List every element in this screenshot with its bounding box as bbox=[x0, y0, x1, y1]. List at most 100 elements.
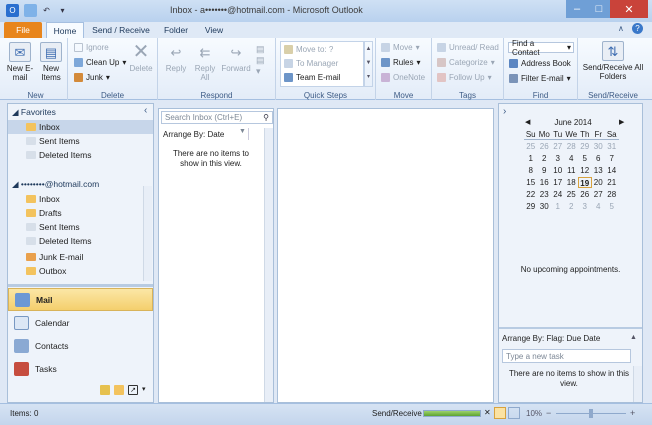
follow-up-button[interactable]: Follow Up ▾ bbox=[437, 72, 492, 83]
calendar-day[interactable]: 7 bbox=[605, 153, 619, 164]
calendar-day[interactable]: 3 bbox=[551, 153, 565, 164]
favorites-header[interactable]: ◢ Favorites bbox=[12, 107, 56, 118]
calendar-day[interactable]: 25 bbox=[524, 141, 538, 152]
new-email-button[interactable]: ✉ New E-mail bbox=[6, 42, 34, 82]
maximize-button[interactable]: □ bbox=[588, 0, 610, 18]
folder-deleted-items[interactable]: Deleted Items bbox=[8, 234, 144, 248]
collapse-nav-icon[interactable]: ‹ bbox=[144, 105, 147, 116]
tab-view[interactable]: View bbox=[198, 22, 230, 38]
quick-steps-scroll[interactable]: ▲ ▼ ▾ bbox=[364, 41, 373, 87]
calendar-day[interactable]: 29 bbox=[578, 141, 592, 152]
calendar-day[interactable]: 6 bbox=[592, 153, 606, 164]
calendar-day[interactable]: 16 bbox=[538, 177, 552, 188]
tab-file[interactable]: File bbox=[4, 22, 42, 38]
task-arrange-header[interactable]: Arrange By: Flag: Due Date bbox=[502, 334, 600, 343]
module-mail[interactable]: Mail bbox=[8, 288, 153, 311]
calendar-day[interactable]: 5 bbox=[578, 153, 592, 164]
calendar-day[interactable]: 29 bbox=[524, 201, 538, 212]
date-navigator[interactable]: Su Mo Tu We Th Fr Sa 25 26 27 28 29 30 31 1 2 3 4 5 6 7 8 9 10 1… bbox=[524, 129, 619, 212]
todo-splitter[interactable] bbox=[499, 327, 642, 329]
calendar-day[interactable]: 9 bbox=[538, 165, 552, 176]
help-icon[interactable]: ? bbox=[632, 23, 643, 34]
zoom-level[interactable]: 10% bbox=[526, 409, 542, 418]
calendar-day[interactable]: 2 bbox=[538, 153, 552, 164]
calendar-day[interactable]: 28 bbox=[565, 141, 579, 152]
configure-buttons-icon[interactable]: ▾ bbox=[142, 385, 146, 395]
ignore-button[interactable]: Ignore bbox=[74, 42, 109, 53]
calendar-day[interactable]: 5 bbox=[605, 201, 619, 212]
calendar-day[interactable]: 30 bbox=[592, 141, 606, 152]
undo-icon[interactable]: ↶ bbox=[40, 4, 53, 17]
zoom-out-icon[interactable]: − bbox=[546, 408, 551, 418]
calendar-day[interactable]: 1 bbox=[524, 153, 538, 164]
delete-button[interactable]: ✕ Delete bbox=[126, 42, 156, 74]
calendar-day[interactable]: 18 bbox=[565, 177, 579, 188]
reply-all-button[interactable]: ⇇ Reply All bbox=[192, 42, 218, 83]
zoom-slider-thumb[interactable] bbox=[589, 409, 593, 418]
calendar-today[interactable]: 19 bbox=[578, 177, 592, 188]
todo-expand-icon[interactable]: › bbox=[503, 106, 506, 117]
address-book-button[interactable]: Address Book bbox=[509, 58, 571, 69]
calendar-day[interactable]: 27 bbox=[592, 189, 606, 200]
calendar-day[interactable]: 26 bbox=[578, 189, 592, 200]
calendar-day[interactable]: 27 bbox=[551, 141, 565, 152]
outlook-icon[interactable]: O bbox=[6, 4, 19, 17]
search-icon[interactable]: ⚲ bbox=[263, 113, 272, 122]
calendar-day[interactable]: 25 bbox=[565, 189, 579, 200]
module-contacts[interactable]: Contacts bbox=[8, 334, 153, 357]
new-items-button[interactable]: ▤ New Items bbox=[36, 42, 66, 82]
tab-home[interactable]: Home bbox=[46, 22, 84, 38]
favorite-inbox[interactable]: Inbox bbox=[8, 120, 153, 134]
move-button[interactable]: Move ▾ bbox=[381, 42, 420, 53]
send-receive-icon[interactable] bbox=[24, 4, 37, 17]
clean-up-button[interactable]: Clean Up ▾ bbox=[74, 57, 126, 68]
calendar-day[interactable]: 20 bbox=[592, 177, 606, 188]
calendar-day[interactable]: 2 bbox=[565, 201, 579, 212]
forward-button[interactable]: ↪ Forward bbox=[220, 42, 252, 74]
folder-list-icon[interactable] bbox=[114, 385, 124, 395]
quick-step-to-manager[interactable]: To Manager bbox=[284, 58, 338, 69]
list-scrollbar[interactable] bbox=[264, 128, 273, 402]
zoom-in-icon[interactable]: + bbox=[630, 408, 635, 418]
categorize-button[interactable]: Categorize ▾ bbox=[437, 57, 495, 68]
close-button[interactable]: ✕ bbox=[610, 0, 648, 18]
reading-view-icon[interactable] bbox=[508, 407, 520, 419]
calendar-day[interactable]: 30 bbox=[538, 201, 552, 212]
calendar-day[interactable]: 12 bbox=[578, 165, 592, 176]
customize-qat-icon[interactable]: ▾ bbox=[56, 4, 69, 17]
favorite-deleted-items[interactable]: Deleted Items bbox=[8, 148, 153, 162]
normal-view-icon[interactable] bbox=[494, 407, 506, 419]
minimize-button[interactable]: – bbox=[566, 0, 588, 18]
find-contact-box[interactable]: Find a Contact ▾ bbox=[508, 39, 574, 57]
filter-email-button[interactable]: Filter E-mail ▾ bbox=[509, 73, 571, 84]
new-task-input[interactable]: Type a new task bbox=[502, 349, 631, 363]
unread-read-button[interactable]: Unread/ Read bbox=[437, 42, 499, 53]
calendar-day[interactable]: 23 bbox=[538, 189, 552, 200]
notes-icon[interactable] bbox=[100, 385, 110, 395]
calendar-day[interactable]: 22 bbox=[524, 189, 538, 200]
folder-sent-items[interactable]: Sent Items bbox=[8, 220, 144, 234]
calendar-day[interactable]: 15 bbox=[524, 177, 538, 188]
task-sort-icon[interactable]: ▲ bbox=[630, 334, 637, 341]
shortcuts-icon[interactable]: ↗ bbox=[128, 385, 138, 395]
calendar-day[interactable]: 31 bbox=[605, 141, 619, 152]
calendar-day[interactable]: 4 bbox=[592, 201, 606, 212]
calendar-day[interactable]: 10 bbox=[551, 165, 565, 176]
search-inbox-input[interactable]: Search Inbox (Ctrl+E) ⚲ bbox=[161, 111, 273, 124]
arrange-by-header[interactable]: Arrange By: Date bbox=[161, 128, 249, 140]
calendar-day[interactable]: 21 bbox=[605, 177, 619, 188]
status-close-icon[interactable]: ✕ bbox=[484, 408, 491, 417]
calendar-day[interactable]: 24 bbox=[551, 189, 565, 200]
junk-button[interactable]: Junk ▾ bbox=[74, 72, 110, 83]
folder-inbox[interactable]: Inbox bbox=[8, 192, 144, 206]
tab-folder[interactable]: Folder bbox=[158, 22, 194, 38]
folder-junk-email[interactable]: Junk E-mail bbox=[8, 250, 144, 264]
calendar-day[interactable]: 11 bbox=[565, 165, 579, 176]
calendar-day[interactable]: 26 bbox=[538, 141, 552, 152]
folder-scrollbar[interactable] bbox=[143, 186, 152, 281]
send-receive-status[interactable]: Send/Receive bbox=[372, 409, 422, 418]
rules-button[interactable]: Rules ▾ bbox=[381, 57, 420, 68]
calendar-day[interactable]: 8 bbox=[524, 165, 538, 176]
folder-drafts[interactable]: Drafts bbox=[8, 206, 144, 220]
calendar-day[interactable]: 14 bbox=[605, 165, 619, 176]
